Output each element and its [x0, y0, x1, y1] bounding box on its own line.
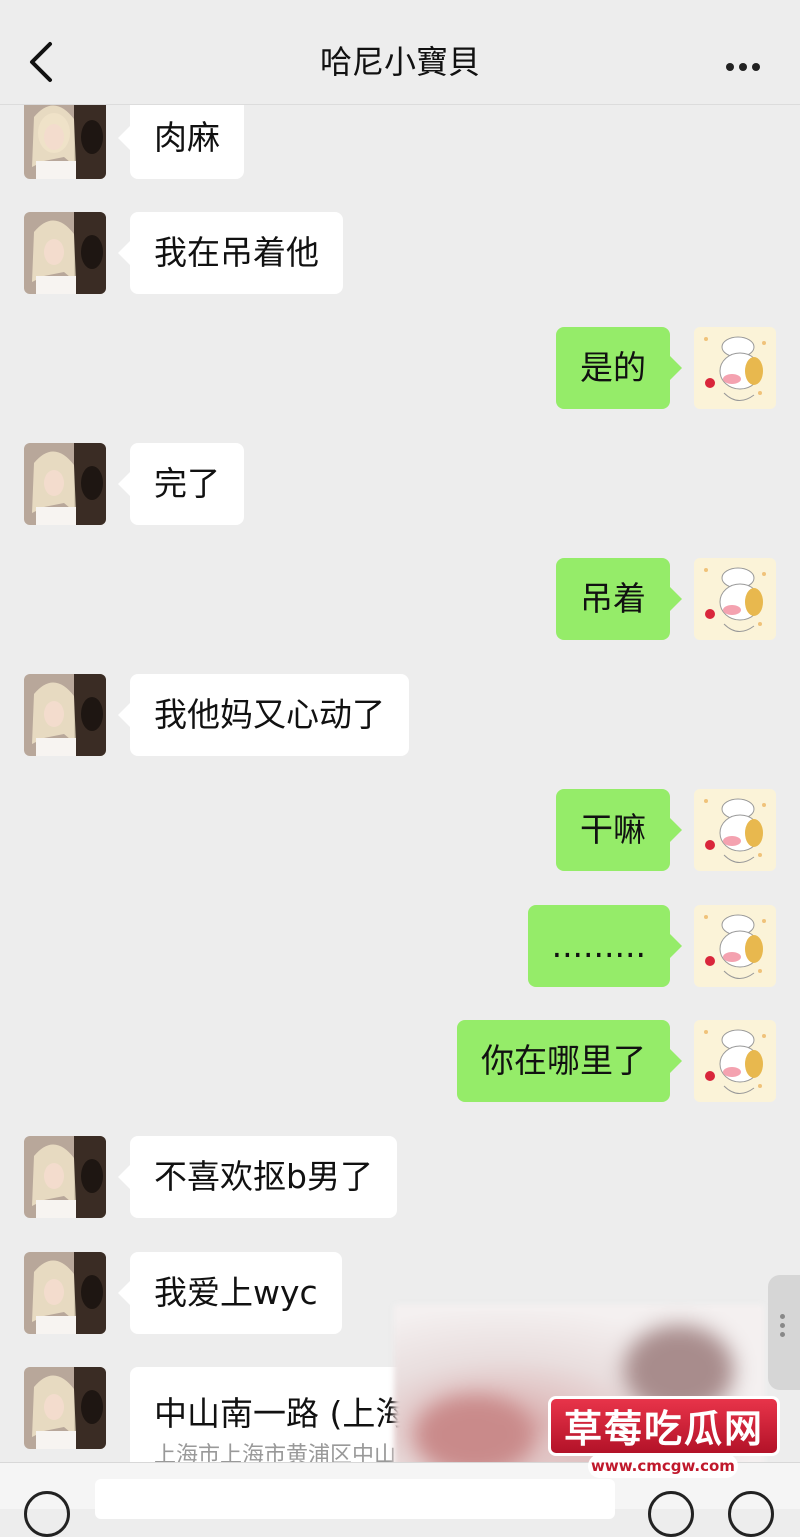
message-bubble[interactable]: 完了 — [118, 443, 244, 525]
message-outgoing: ......... — [0, 905, 800, 987]
watermark-url: www.cmcgw.com — [588, 1454, 738, 1478]
message-incoming: 我在吊着他 — [0, 212, 800, 294]
chat-area[interactable]: 肉麻 我在吊着他 是的 完了 吊着 我他妈又心动了 干嘛 ......... 你… — [0, 0, 800, 1508]
emoji-button[interactable] — [648, 1491, 694, 1537]
my-avatar[interactable] — [694, 327, 776, 409]
voice-button[interactable] — [24, 1491, 70, 1537]
message-input[interactable] — [95, 1479, 615, 1519]
location-name: 中山南一路 (上海 — [154, 1394, 409, 1433]
watermark-title: 草莓吃瓜网 — [548, 1396, 780, 1456]
dot-icon — [726, 63, 734, 71]
contact-avatar[interactable] — [24, 97, 106, 179]
plus-button[interactable] — [728, 1491, 774, 1537]
message-outgoing: 干嘛 — [0, 789, 800, 871]
message-incoming: 我他妈又心动了 — [0, 674, 800, 756]
contact-avatar[interactable] — [24, 212, 106, 294]
dot-icon — [752, 63, 760, 71]
chat-header: 哈尼小寶貝 — [0, 0, 800, 105]
scroll-handle[interactable] — [768, 1275, 800, 1390]
contact-avatar[interactable] — [24, 674, 106, 756]
my-avatar[interactable] — [694, 558, 776, 640]
message-incoming: 完了 — [0, 443, 800, 525]
chat-title: 哈尼小寶貝 — [319, 43, 480, 81]
my-avatar[interactable] — [694, 1020, 776, 1102]
message-bubble[interactable]: 不喜欢抠b男了 — [118, 1136, 397, 1218]
message-bubble[interactable]: 我他妈又心动了 — [118, 674, 409, 756]
contact-avatar[interactable] — [24, 443, 106, 525]
message-bubble[interactable]: 我在吊着他 — [118, 212, 343, 294]
more-options-button[interactable] — [726, 56, 766, 71]
message-outgoing: 吊着 — [0, 558, 800, 640]
message-bubble[interactable]: 吊着 — [556, 558, 682, 640]
my-avatar[interactable] — [694, 789, 776, 871]
message-outgoing: 是的 — [0, 327, 800, 409]
back-button[interactable] — [22, 40, 62, 84]
message-outgoing: 你在哪里了 — [0, 1020, 800, 1102]
message-bubble[interactable]: 肉麻 — [118, 97, 244, 179]
message-bubble[interactable]: 是的 — [556, 327, 682, 409]
message-incoming: 肉麻 — [0, 97, 800, 179]
message-bubble[interactable]: 我爱上wyc — [118, 1252, 342, 1334]
dot-icon — [739, 63, 747, 71]
message-bubble[interactable]: ......... — [527, 905, 683, 987]
site-watermark: 草莓吃瓜网 www.cmcgw.com — [548, 1396, 780, 1486]
message-bubble[interactable]: 你在哪里了 — [457, 1020, 682, 1102]
contact-avatar[interactable] — [24, 1136, 106, 1218]
my-avatar[interactable] — [694, 905, 776, 987]
message-bubble[interactable]: 干嘛 — [556, 789, 682, 871]
chevron-left-icon — [30, 42, 52, 82]
message-incoming: 不喜欢抠b男了 — [0, 1136, 800, 1218]
contact-avatar[interactable] — [24, 1367, 106, 1449]
contact-avatar[interactable] — [24, 1252, 106, 1334]
